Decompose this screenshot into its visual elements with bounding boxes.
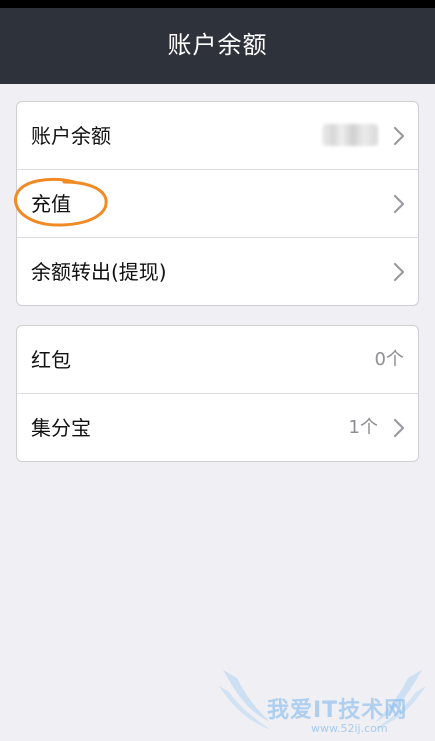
row-value: 0个 — [374, 349, 404, 370]
row-account-balance[interactable]: 账户余额 — [17, 102, 418, 170]
row-recharge[interactable]: 充值 — [17, 170, 418, 238]
row-red-packet[interactable]: 红包 0个 — [17, 326, 418, 394]
row-jifenbao[interactable]: 集分宝 1个 — [17, 394, 418, 461]
row-label: 集分宝 — [31, 416, 91, 440]
watermark: 我爱IT技术网 www.52ij.com — [215, 660, 430, 740]
row-withdraw[interactable]: 余额转出(提现) — [17, 238, 418, 305]
row-label: 账户余额 — [31, 124, 111, 148]
row-label: 充值 — [31, 192, 71, 216]
wings-icon — [219, 670, 426, 730]
row-value: 1个 — [348, 417, 378, 438]
extras-card: 红包 0个 集分宝 1个 — [16, 325, 419, 462]
balance-card: 账户余额 充值 余额转出(提现) — [16, 101, 419, 306]
chevron-right-icon — [393, 194, 405, 214]
row-label: 余额转出(提现) — [31, 260, 167, 284]
watermark-subtext: www.52ij.com — [311, 722, 388, 735]
page-title: 账户余额 — [167, 31, 268, 59]
chevron-right-icon — [393, 418, 405, 438]
row-label: 红包 — [31, 348, 71, 372]
chevron-right-icon — [393, 126, 405, 146]
watermark-text: 我爱IT技术网 — [267, 698, 408, 723]
app-header: 账户余额 — [0, 0, 435, 84]
chevron-right-icon — [393, 262, 405, 282]
blurred-balance-amount — [322, 124, 378, 146]
